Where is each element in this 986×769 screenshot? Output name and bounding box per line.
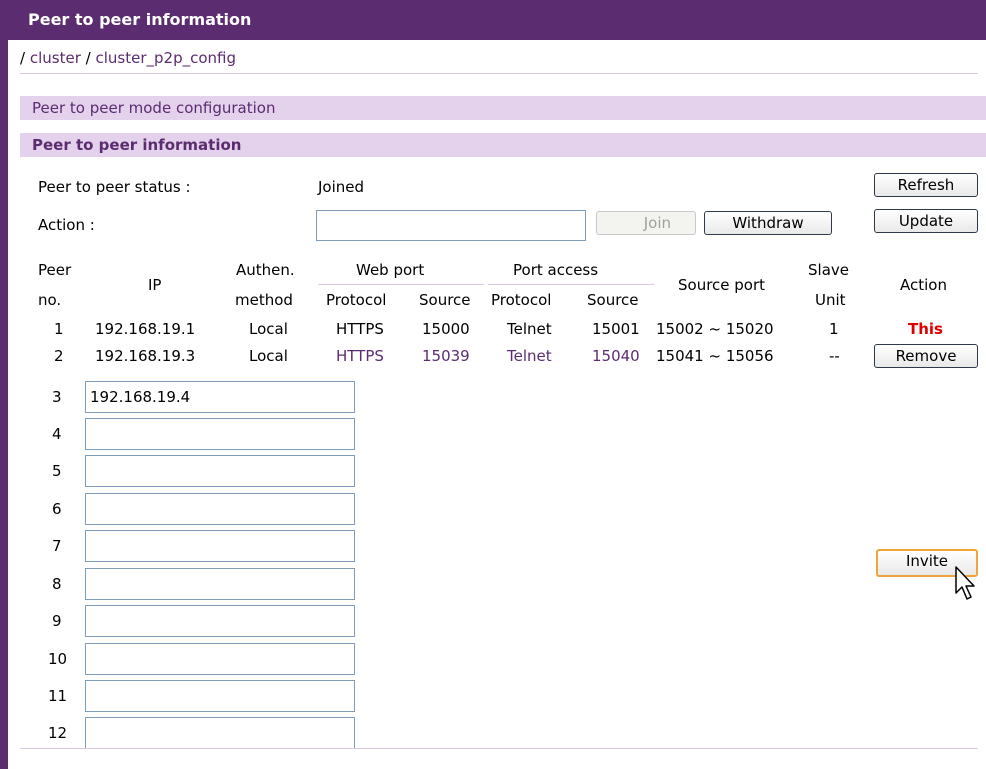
row2-web-protocol-link[interactable]: HTTPS <box>336 347 384 365</box>
row2-pa-source-link[interactable]: 15040 <box>592 347 640 365</box>
bottom-divider <box>20 748 978 749</box>
breadcrumb-separator: / <box>20 49 26 67</box>
col-web-source: Source <box>419 291 471 309</box>
refresh-button[interactable]: Refresh <box>874 173 978 197</box>
row1-source-port: 15002 ~ 15020 <box>656 320 774 338</box>
col-auth-line2: method <box>235 291 293 309</box>
breadcrumb-separator: / <box>85 49 91 67</box>
window-title: Peer to peer information <box>0 0 986 40</box>
action-label: Action : <box>38 216 95 234</box>
col-action: Action <box>900 276 947 294</box>
left-border <box>0 0 8 769</box>
col-slave-line2: Unit <box>815 291 846 309</box>
status-value: Joined <box>318 178 365 196</box>
col-peer-no-line2: no. <box>38 291 62 309</box>
col-slave-line1: Slave <box>808 261 849 279</box>
remove-button[interactable]: Remove <box>874 344 978 368</box>
row9-no: 9 <box>52 612 62 630</box>
section-heading: Peer to peer information <box>20 133 986 157</box>
row1-pa-source: 15001 <box>592 320 640 338</box>
row1-ip: 192.168.19.1 <box>95 320 196 338</box>
row2-pa-protocol-link[interactable]: Telnet <box>507 347 552 365</box>
row2-auth: Local <box>249 347 288 365</box>
row1-slave: 1 <box>829 320 839 338</box>
row1-no: 1 <box>54 320 64 338</box>
row1-pa-protocol: Telnet <box>507 320 552 338</box>
col-web-port: Web port <box>356 261 425 279</box>
row8-ip-input[interactable] <box>85 568 355 600</box>
row2-web-source-link[interactable]: 15039 <box>422 347 470 365</box>
row1-auth: Local <box>249 320 288 338</box>
row3-ip-input[interactable] <box>85 381 355 413</box>
row7-no: 7 <box>52 537 62 555</box>
join-button: Join <box>596 211 696 235</box>
row5-no: 5 <box>52 462 62 480</box>
row12-no: 12 <box>48 724 68 742</box>
row6-ip-input[interactable] <box>85 493 355 525</box>
row4-ip-input[interactable] <box>85 418 355 450</box>
row1-this-label: This <box>908 320 943 338</box>
row7-ip-input[interactable] <box>85 530 355 562</box>
row1-web-source: 15000 <box>422 320 470 338</box>
join-button-label: Join <box>643 214 671 232</box>
col-ip: IP <box>148 276 162 294</box>
col-peer-no-line1: Peer <box>38 261 72 279</box>
row3-no: 3 <box>52 388 62 406</box>
col-auth-line1: Authen. <box>236 261 295 279</box>
row11-no: 11 <box>48 687 68 705</box>
row2-ip: 192.168.19.3 <box>95 347 196 365</box>
row1-web-protocol: HTTPS <box>336 320 384 338</box>
col-pa-protocol: Protocol <box>491 291 552 309</box>
web-port-underline <box>318 284 484 285</box>
row10-no: 10 <box>48 650 68 668</box>
breadcrumb: / cluster / cluster_p2p_config <box>20 49 236 67</box>
breadcrumb-cluster-link[interactable]: cluster <box>30 49 81 67</box>
mouse-pointer-icon <box>955 566 977 606</box>
row10-ip-input[interactable] <box>85 643 355 675</box>
page-frame: Peer to peer information / cluster / clu… <box>0 0 986 769</box>
row2-source-port: 15041 ~ 15056 <box>656 347 774 365</box>
status-label: Peer to peer status : <box>38 178 191 196</box>
col-web-protocol: Protocol <box>326 291 387 309</box>
withdraw-button[interactable]: Withdraw <box>704 211 832 235</box>
mode-config-section-link[interactable]: Peer to peer mode configuration <box>20 96 986 120</box>
row4-no: 4 <box>52 425 62 443</box>
row11-ip-input[interactable] <box>85 680 355 712</box>
row9-ip-input[interactable] <box>85 605 355 637</box>
breadcrumb-p2p-config-link[interactable]: cluster_p2p_config <box>95 49 236 67</box>
action-input[interactable] <box>316 210 586 241</box>
row5-ip-input[interactable] <box>85 455 355 487</box>
breadcrumb-divider <box>20 73 978 74</box>
row12-ip-input[interactable] <box>85 717 355 749</box>
row6-no: 6 <box>52 500 62 518</box>
port-access-underline <box>488 284 654 285</box>
col-port-access: Port access <box>513 261 599 279</box>
row2-slave: -- <box>829 347 840 365</box>
row8-no: 8 <box>52 575 62 593</box>
col-pa-source: Source <box>587 291 639 309</box>
row2-no: 2 <box>54 347 64 365</box>
update-button[interactable]: Update <box>874 209 978 233</box>
col-source-port: Source port <box>678 276 766 294</box>
